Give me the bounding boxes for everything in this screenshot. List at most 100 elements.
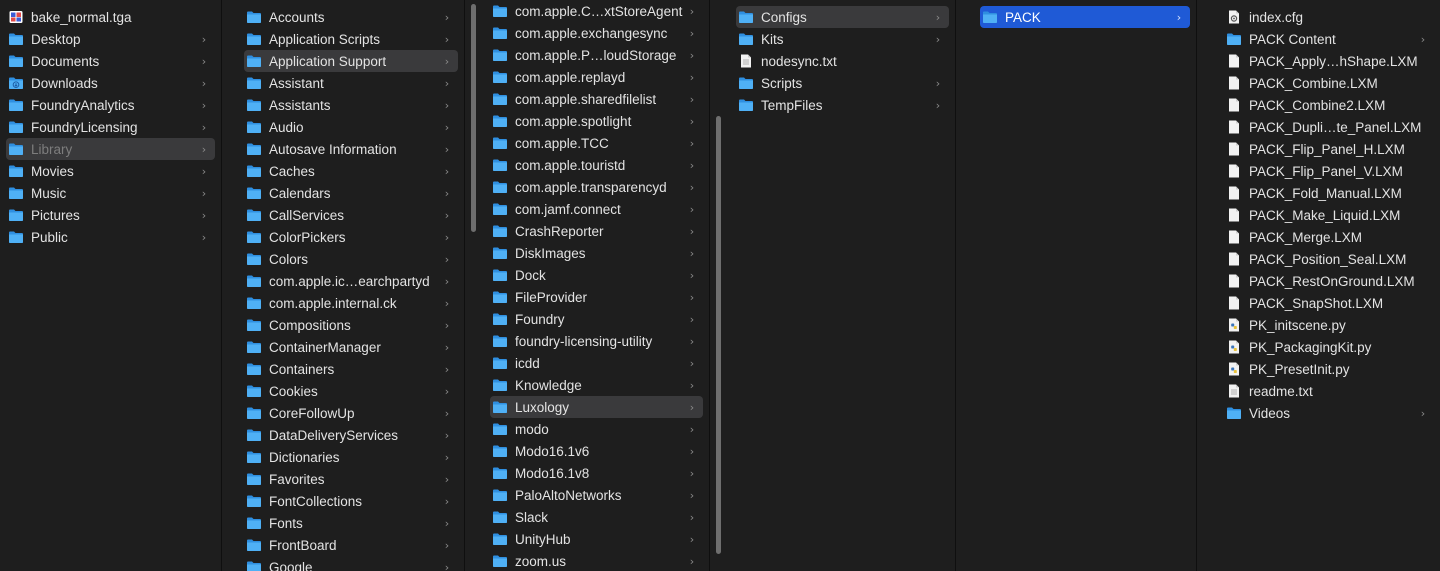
list-item[interactable]: bake_normal.tga [6,6,215,28]
list-item[interactable]: Cookies › [244,380,458,402]
list-item[interactable]: readme.txt [1224,380,1434,402]
list-item[interactable]: modo › [490,418,703,440]
list-item[interactable]: Kits › [736,28,949,50]
list-item[interactable]: Music › [6,182,215,204]
list-item[interactable]: PACK_Dupli…te_Panel.LXM [1224,116,1434,138]
list-item[interactable]: Knowledge › [490,374,703,396]
list-item[interactable]: PACK_Position_Seal.LXM [1224,248,1434,270]
list-item[interactable]: PACK_Combine2.LXM [1224,94,1434,116]
list-item[interactable]: PACK_Flip_Panel_V.LXM [1224,160,1434,182]
list-item[interactable]: Pictures › [6,204,215,226]
list-item[interactable]: Videos › [1224,402,1434,424]
list-item[interactable]: com.apple.internal.ck › [244,292,458,314]
list-item[interactable]: PACK_Make_Liquid.LXM [1224,204,1434,226]
list-item[interactable]: PACK Content › [1224,28,1434,50]
list-item[interactable]: Caches › [244,160,458,182]
folder-icon [492,488,508,502]
list-item[interactable]: index.cfg [1224,6,1434,28]
list-item[interactable]: com.apple.transparencyd › [490,176,703,198]
folder-icon [246,472,262,486]
list-item[interactable]: ColorPickers › [244,226,458,248]
list-item[interactable]: foundry-licensing-utility › [490,330,703,352]
list-item[interactable]: Modo16.1v6 › [490,440,703,462]
list-item[interactable]: Audio › [244,116,458,138]
list-item[interactable]: Assistant › [244,72,458,94]
list-item[interactable]: PACK_RestOnGround.LXM [1224,270,1434,292]
folder-icon [246,164,262,178]
list-item[interactable]: TempFiles › [736,94,949,116]
document-file-icon [1226,142,1242,156]
list-item[interactable]: Movies › [6,160,215,182]
list-item[interactable]: icdd › [490,352,703,374]
list-item[interactable]: Colors › [244,248,458,270]
list-item[interactable]: Modo16.1v8 › [490,462,703,484]
list-item[interactable]: Library › [6,138,215,160]
list-item[interactable]: Accounts › [244,6,458,28]
list-item[interactable]: DiskImages › [490,242,703,264]
column-application-support-scrollbar[interactable] [716,116,721,554]
list-item[interactable]: Application Scripts › [244,28,458,50]
folder-icon [492,48,508,62]
list-item[interactable]: Autosave Information › [244,138,458,160]
list-item[interactable]: com.apple.C…xtStoreAgent › [490,0,703,22]
list-item[interactable]: PK_initscene.py [1224,314,1434,336]
list-item[interactable]: Desktop › [6,28,215,50]
list-item[interactable]: PACK_Apply…hShape.LXM [1224,50,1434,72]
item-label: Caches [269,163,315,179]
list-item[interactable]: Dictionaries › [244,446,458,468]
list-item[interactable]: PACK_Merge.LXM [1224,226,1434,248]
list-item[interactable]: CrashReporter › [490,220,703,242]
list-item[interactable]: PACK_SnapShot.LXM [1224,292,1434,314]
list-item[interactable]: com.apple.P…loudStorage › [490,44,703,66]
list-item[interactable]: FileProvider › [490,286,703,308]
list-item[interactable]: Documents › [6,50,215,72]
list-item[interactable]: com.apple.sharedfilelist › [490,88,703,110]
list-item[interactable]: FoundryLicensing › [6,116,215,138]
list-item[interactable]: PACK › [980,6,1190,28]
list-item[interactable]: Application Support › [244,50,458,72]
list-item[interactable]: com.apple.replayd › [490,66,703,88]
list-item[interactable]: Containers › [244,358,458,380]
list-item[interactable]: nodesync.txt [736,50,949,72]
list-item[interactable]: Google › [244,556,458,571]
list-item[interactable]: Scripts › [736,72,949,94]
list-item[interactable]: CoreFollowUp › [244,402,458,424]
chevron-right-icon: › [935,10,941,24]
list-item[interactable]: UnityHub › [490,528,703,550]
list-item[interactable]: com.apple.exchangesync › [490,22,703,44]
list-item[interactable]: PaloAltoNetworks › [490,484,703,506]
list-item[interactable]: DataDeliveryServices › [244,424,458,446]
list-item[interactable]: ContainerManager › [244,336,458,358]
list-item[interactable]: com.apple.touristd › [490,154,703,176]
list-item[interactable]: com.apple.spotlight › [490,110,703,132]
list-item[interactable]: PK_PackagingKit.py [1224,336,1434,358]
list-item[interactable]: Slack › [490,506,703,528]
list-item[interactable]: FontCollections › [244,490,458,512]
list-item[interactable]: com.jamf.connect › [490,198,703,220]
list-item[interactable]: Dock › [490,264,703,286]
item-label: Dictionaries [269,449,340,465]
item-label: CoreFollowUp [269,405,355,421]
list-item[interactable]: com.apple.TCC › [490,132,703,154]
list-item[interactable]: PK_PresetInit.py [1224,358,1434,380]
list-item[interactable]: Downloads › [6,72,215,94]
list-item[interactable]: CallServices › [244,204,458,226]
list-item[interactable]: Favorites › [244,468,458,490]
list-item[interactable]: Calendars › [244,182,458,204]
list-item[interactable]: Luxology › [490,396,703,418]
list-item[interactable]: FoundryAnalytics › [6,94,215,116]
list-item[interactable]: PACK_Fold_Manual.LXM [1224,182,1434,204]
list-item[interactable]: com.apple.ic…earchpartyd › [244,270,458,292]
list-item[interactable]: PACK_Combine.LXM [1224,72,1434,94]
list-item[interactable]: FrontBoard › [244,534,458,556]
list-item[interactable]: Assistants › [244,94,458,116]
list-item[interactable]: Compositions › [244,314,458,336]
list-item[interactable]: PACK_Flip_Panel_H.LXM [1224,138,1434,160]
list-item[interactable]: Public › [6,226,215,248]
list-item[interactable]: Fonts › [244,512,458,534]
list-item[interactable]: Foundry › [490,308,703,330]
item-label: PK_initscene.py [1249,317,1346,333]
list-item[interactable]: Configs › [736,6,949,28]
column-library-scrollbar[interactable] [471,4,476,232]
list-item[interactable]: zoom.us › [490,550,703,571]
